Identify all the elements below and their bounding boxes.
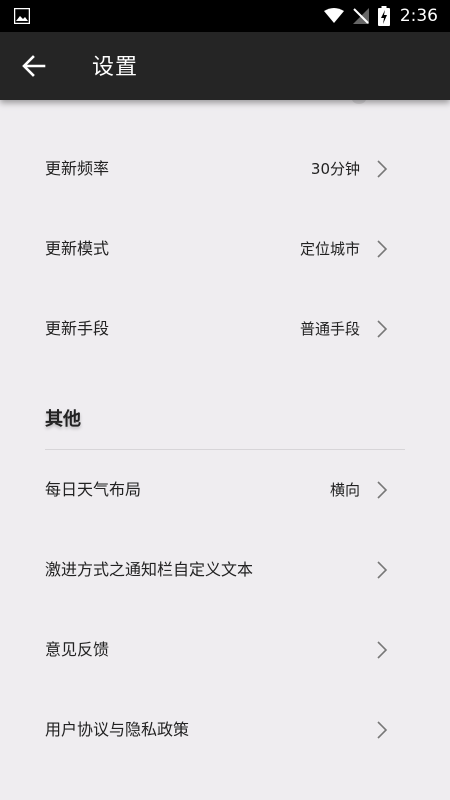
row-label: 激进方式之通知栏自定义文本	[45, 560, 254, 579]
row-value: 30分钟	[310, 160, 360, 178]
back-arrow-icon[interactable]	[20, 52, 48, 80]
gallery-notification-icon	[14, 8, 30, 24]
settings-row-feedback[interactable]: 意见反馈	[0, 610, 450, 690]
wifi-icon	[323, 8, 344, 23]
settings-row-update-mode[interactable]: 更新模式 定位城市	[0, 209, 450, 289]
chevron-right-icon	[377, 721, 388, 739]
settings-row-notification-custom-text[interactable]: 激进方式之通知栏自定义文本	[0, 530, 450, 610]
chevron-right-icon	[377, 320, 388, 338]
chevron-right-icon	[377, 481, 388, 499]
section-title-other: 其他	[45, 409, 81, 430]
row-value: 定位城市	[299, 240, 360, 258]
chevron-right-icon	[377, 641, 388, 659]
row-label: 意见反馈	[45, 640, 110, 659]
app-bar: 设置	[0, 32, 450, 100]
chevron-right-icon	[377, 240, 388, 258]
page-title: 设置	[92, 55, 139, 80]
no-signal-icon	[352, 8, 369, 24]
battery-charging-icon	[377, 6, 390, 26]
chevron-right-icon	[377, 160, 388, 178]
row-label: 更新手段	[45, 319, 110, 338]
row-label: 更新频率	[45, 159, 110, 178]
row-label: 更新模式	[45, 239, 110, 258]
row-value: 普通手段	[299, 320, 360, 338]
row-label: 用户协议与隐私政策	[45, 720, 190, 739]
status-time: 2:36	[399, 6, 438, 26]
settings-row-update-method[interactable]: 更新手段 普通手段	[0, 289, 450, 369]
settings-row-user-agreement-privacy[interactable]: 用户协议与隐私政策	[0, 690, 450, 770]
settings-row-update-frequency[interactable]: 更新频率 30分钟	[0, 129, 450, 209]
chevron-right-icon	[377, 561, 388, 579]
status-icons: 2:36	[323, 0, 438, 32]
row-label: 每日天气布局	[45, 480, 142, 499]
status-bar: 2:36	[0, 0, 450, 32]
row-value: 横向	[329, 481, 360, 499]
settings-row-daily-weather-layout[interactable]: 每日天气布局 横向	[0, 450, 450, 530]
